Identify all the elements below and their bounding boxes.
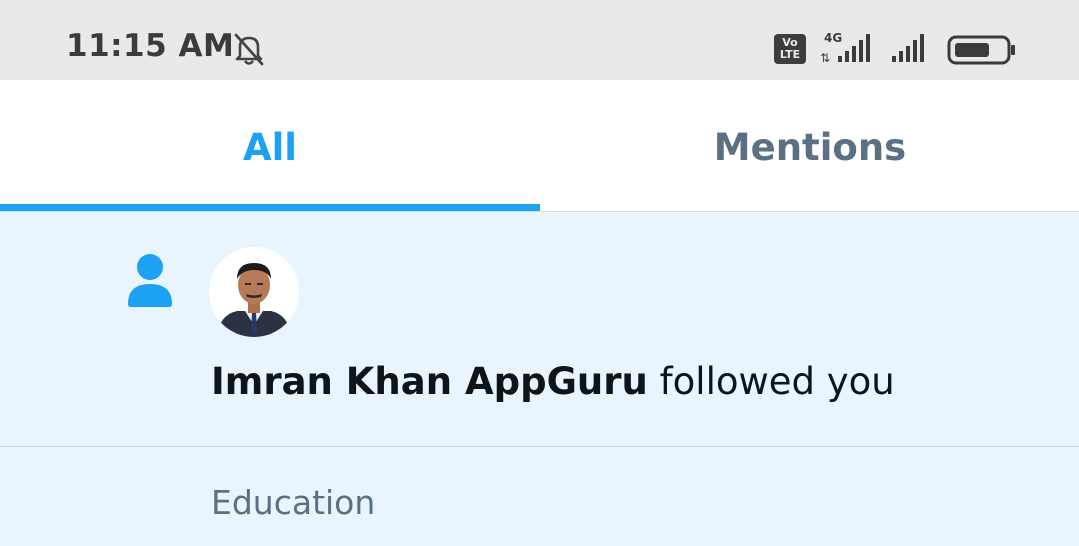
battery-icon: [947, 35, 1017, 65]
svg-text:4G: 4G: [824, 31, 842, 45]
tab-all[interactable]: All: [0, 80, 540, 211]
topic-label: Education: [211, 483, 376, 522]
tab-mentions[interactable]: Mentions: [540, 80, 1079, 211]
follower-name[interactable]: Imran Khan AppGuru: [211, 360, 648, 403]
topic-row[interactable]: Education: [0, 447, 1079, 546]
signal-icon: [890, 30, 934, 64]
person-icon: [126, 252, 174, 308]
notification-action: followed you: [647, 360, 895, 403]
avatar[interactable]: [209, 247, 299, 337]
status-bar: 11:15 AM Vo LTE 4G ⇅: [0, 0, 1079, 80]
bell-muted-icon: [230, 30, 268, 68]
follow-notification[interactable]: Imran Khan AppGuru followed you: [0, 212, 1079, 447]
status-time: 11:15 AM: [66, 28, 235, 64]
active-tab-indicator: [0, 204, 540, 211]
notification-text: Imran Khan AppGuru followed you: [211, 360, 895, 403]
svg-text:⇅: ⇅: [820, 51, 830, 64]
volte-icon: Vo LTE: [774, 34, 806, 64]
signal-4g-icon: 4G ⇅: [820, 30, 880, 65]
tab-bar: All Mentions: [0, 80, 1079, 212]
